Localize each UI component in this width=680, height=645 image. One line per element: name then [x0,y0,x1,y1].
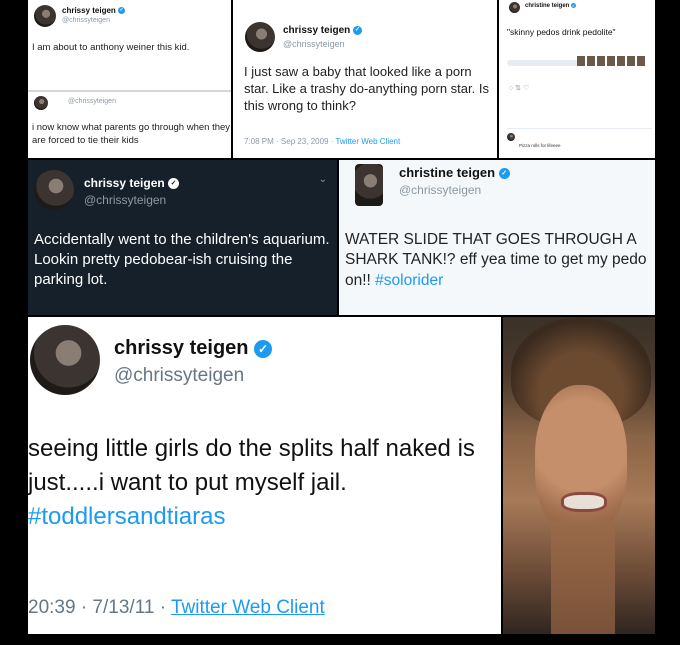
tweet-author-handle: @chrissyteigen [84,193,167,207]
verified-badge-icon: ✓ [571,3,577,8]
reply-text: Pizza rolls for lifeeee [519,143,561,148]
tweet-text: "skinny pedos drink pedolite" [507,27,616,37]
tweet-author-name: chrissy teigen ✓ [114,337,273,360]
verified-badge-icon: ✓ [254,339,273,358]
tweet-card-aquarium: chrissy teigen ✓ @chrissyteigen ⌄ Accide… [28,160,337,315]
verified-badge-icon: ✓ [168,178,180,190]
client-link[interactable]: Twitter Web Client [335,137,400,146]
tweet-author-name: chrissy teigen ✓ [84,176,180,190]
verified-badge-icon: ✓ [498,168,510,180]
hashtag-link[interactable]: #toddlersandtiaras [28,503,225,530]
avatar [509,2,520,13]
tweet-card-toddlers: chrissy teigen ✓ @chrissyteigen seeing l… [28,317,501,634]
tweet-author-handle: @chrissyteigen [399,183,482,197]
tweet-author-handle: @chrissyteigen [62,17,110,24]
neck-shape [551,522,615,634]
tweet-card-parents: @chrissyteigen i now know what parents g… [28,90,231,158]
tweet-author-name: christine teigen ✓ [399,165,510,180]
reply-snippet: Pizza rolls for lifeeee [507,128,652,153]
tweet-card-pedolite: christine teigen ✓ "skinny pedos drink p… [499,0,655,158]
liker-avatars [577,56,647,66]
face-shape [535,385,627,535]
tweet-timestamp: 7:08 PM · Sep 23, 2009 · Twitter Web Cli… [244,137,401,146]
tweet-author-name: chrissy teigen ✓ [62,6,126,15]
tweet-card-waterslide: christine teigen ✓ @chrissyteigen WATER … [339,160,655,315]
chevron-down-icon[interactable]: ⌄ [319,174,327,185]
action-icons: ○ ⇅ ♡ [509,85,530,92]
avatar [34,5,56,27]
hashtag-link[interactable]: #solorider [375,272,443,289]
avatar [507,133,515,141]
tweet-text: seeing little girls do the splits half n… [28,435,475,531]
tweet-timestamp: 20:39 · 7/13/11 · Twitter Web Client [28,597,325,618]
tweet-text: Accidentally went to the children's aqua… [34,231,330,288]
portrait-photo [503,317,655,634]
avatar [34,96,48,110]
tweet-author-handle: @chrissyteigen [283,39,345,49]
tweet-author-name: christine teigen ✓ [525,3,577,10]
tweet-author-handle: @chrissyteigen [114,365,245,386]
tweet-text: WATER SLIDE THAT GOES THROUGH A SHARK TA… [345,231,647,289]
avatar [245,22,275,52]
mouth-shape [561,492,607,512]
tweet-author-handle: @chrissyteigen [68,98,116,105]
verified-badge-icon: ✓ [118,7,126,15]
avatar [30,325,100,395]
verified-badge-icon: ✓ [353,25,363,35]
tweet-card-weiner: chrissy teigen ✓ @chrissyteigen I am abo… [28,0,231,90]
client-link[interactable]: Twitter Web Client [171,597,325,618]
avatar [34,170,74,210]
tweet-author-name: chrissy teigen ✓ [283,25,363,36]
tweet-text: I am about to anthony weiner this kid. [32,42,190,53]
tweet-card-baby: chrissy teigen ✓ @chrissyteigen I just s… [233,0,497,158]
avatar [355,164,383,206]
tweet-text: i now know what parents go through when … [32,122,231,146]
tweet-text: I just saw a baby that looked like a por… [244,64,489,114]
